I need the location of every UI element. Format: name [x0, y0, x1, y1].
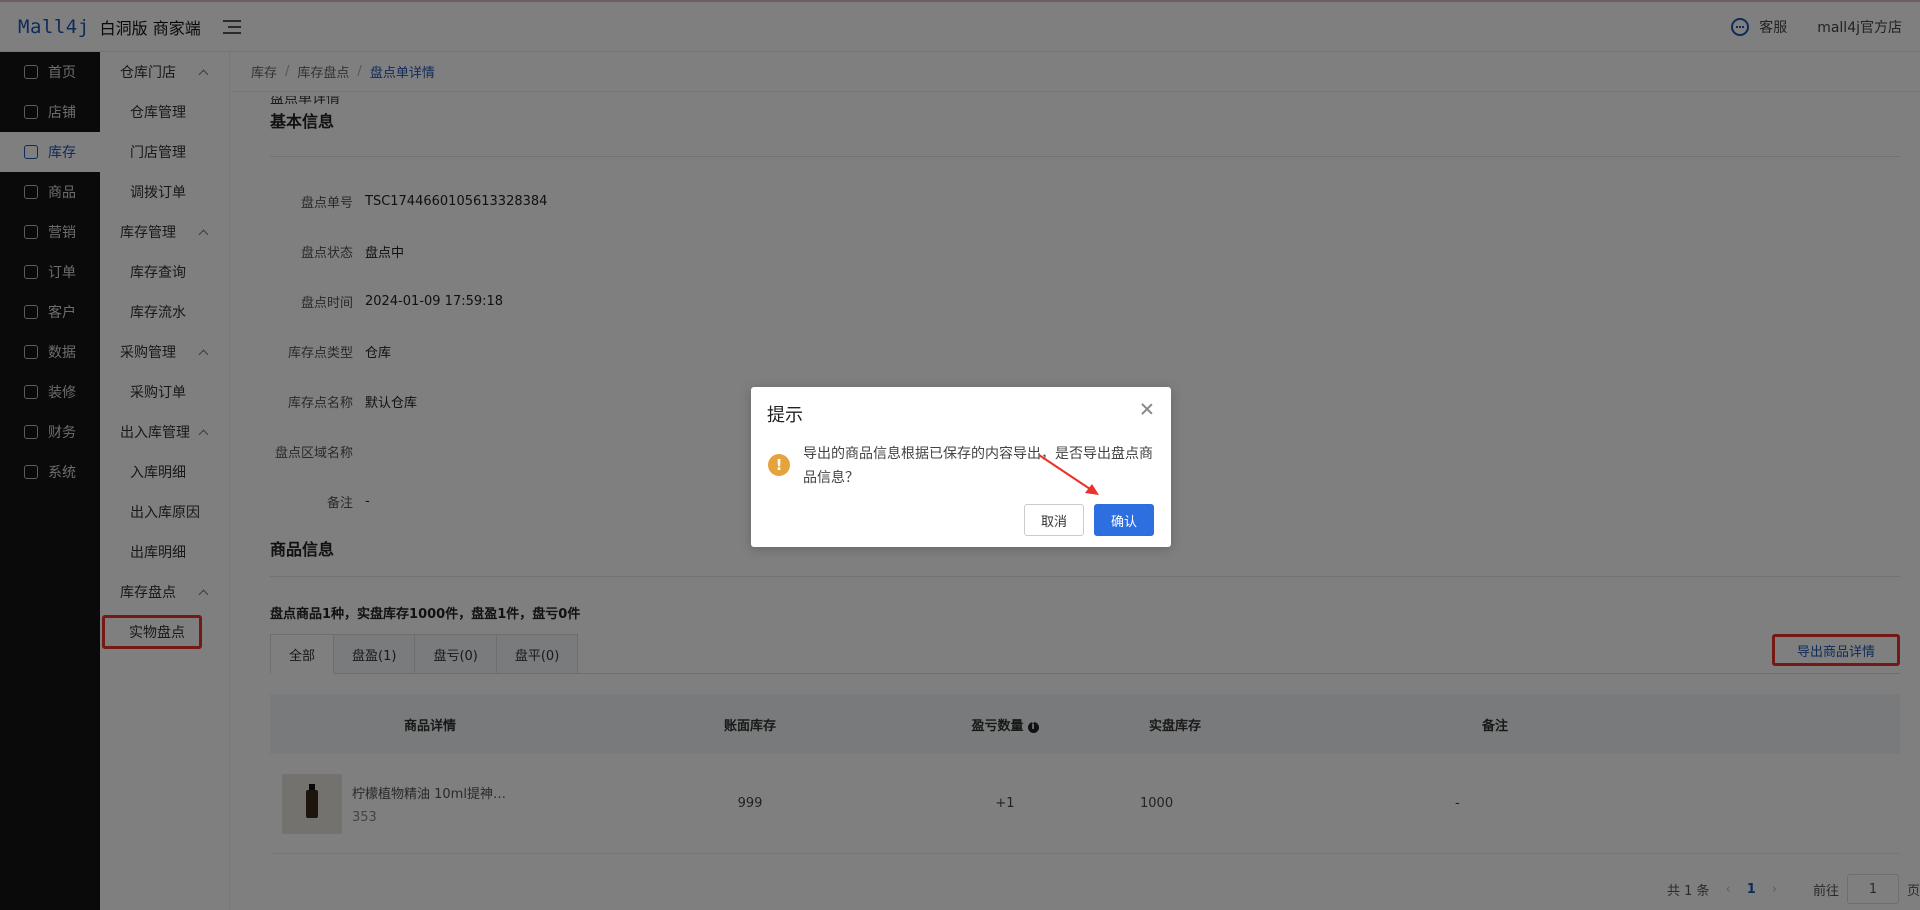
- warning-icon: !: [768, 454, 790, 476]
- cancel-button[interactable]: 取消: [1024, 504, 1084, 536]
- dialog-title: 提示: [767, 405, 803, 426]
- annotation-arrow-icon: [1038, 454, 1099, 495]
- confirm-dialog: 提示 ! 导出的商品信息根据已保存的内容导出，是否导出盘点商品信息？ 取消 确认: [751, 387, 1171, 547]
- confirm-button[interactable]: 确认: [1094, 504, 1154, 536]
- close-icon[interactable]: [1141, 403, 1153, 415]
